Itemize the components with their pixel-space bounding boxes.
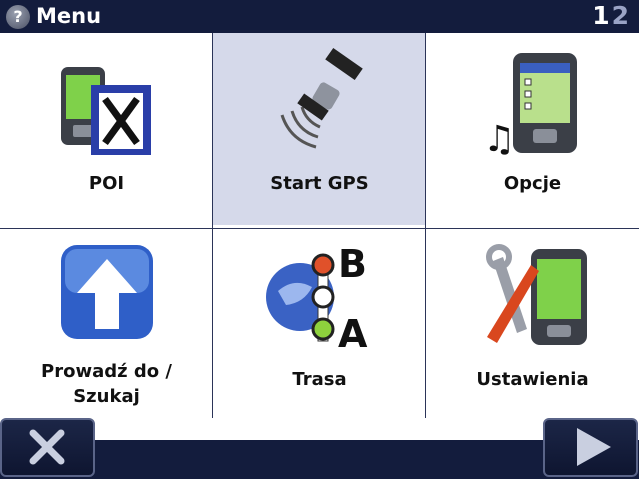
menu-tile-ustawienia[interactable]: Ustawienia [426,229,639,421]
menu-label-ustawienia: Ustawienia [476,369,589,390]
menu-tile-start-gps[interactable]: Start GPS [213,33,426,225]
menu-label-poi: POI [88,173,125,194]
menu-tile-opcje[interactable]: ♫ Opcje [426,33,639,225]
title-bar: ? Menu 12 [0,0,639,33]
grid-divider-horizontal [0,228,639,229]
page-title: Menu [36,4,102,28]
poi-icon [60,67,151,155]
page-other[interactable]: 2 [612,1,631,30]
menu-label-trasa: Trasa [292,369,347,390]
menu-tile-trasa[interactable]: B A Trasa [213,229,426,421]
page-current[interactable]: 1 [592,1,611,30]
menu-label-start-gps: Start GPS [270,173,369,194]
close-icon [29,429,65,465]
page-indicator: 12 [592,1,631,31]
svg-text:A: A [338,312,368,351]
menu-label-prowadz-line2: Szukaj [73,386,140,407]
help-icon[interactable]: ? [6,5,30,29]
navigate-arrow-icon [60,245,153,339]
menu-grid: POI Start GPS ♫ Opcje Prowadź do / Szuka… [0,33,639,418]
grid-divider-1 [212,33,213,418]
next-button[interactable] [543,418,638,477]
settings-tools-icon [485,244,587,345]
options-icon: ♫ [483,53,577,155]
menu-label-prowadz: Prowadź do / Szukaj [0,359,213,409]
satellite-icon [280,47,363,149]
close-button[interactable] [0,418,95,477]
route-icon: B A [265,242,368,351]
bottom-bar [0,418,639,479]
menu-tile-poi[interactable]: POI [0,33,213,225]
menu-label-opcje: Opcje [503,173,562,194]
menu-tile-prowadz-szukaj[interactable]: Prowadź do / Szukaj [0,229,213,421]
grid-divider-2 [425,33,426,418]
svg-text:B: B [338,242,367,286]
arrow-right-icon [577,428,611,466]
menu-label-prowadz-line1: Prowadź do / [41,361,172,382]
svg-text:♫: ♫ [483,119,515,155]
